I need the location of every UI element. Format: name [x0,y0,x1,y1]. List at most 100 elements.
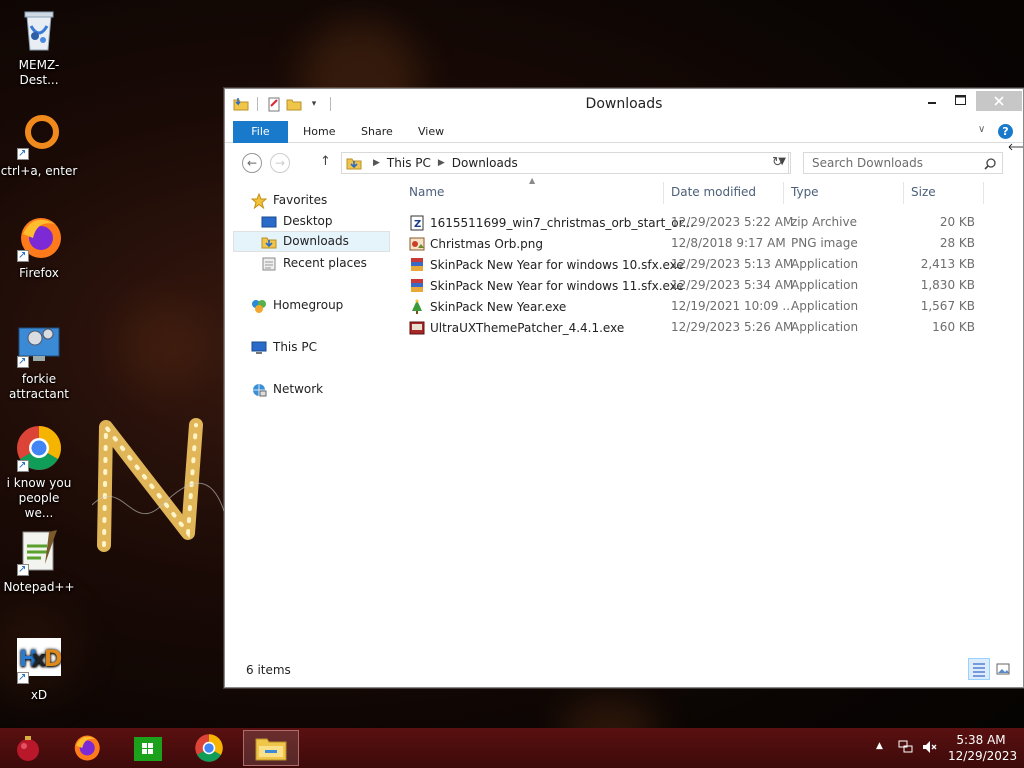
desktop-icon-label: xD [30,688,48,702]
nav-homegroup[interactable]: Homegroup [251,295,343,316]
desktop-icon-chrome[interactable]: i know you people we... [0,424,78,521]
volume-muted-icon[interactable] [922,740,938,757]
chrome-icon [195,734,223,762]
nav-label: Desktop [283,214,333,228]
details-view-button[interactable] [968,658,990,680]
column-size[interactable]: Size [911,185,936,199]
address-row: ← → ↑ ▶ This PC ▶ Downloads ▼ ↻ Search D… [225,143,1023,181]
window-title: Downloads [585,96,663,112]
expand-ribbon-icon[interactable]: ∨ [978,124,985,135]
store-icon [134,737,162,761]
help-icon[interactable]: ? [998,124,1013,139]
minimize-button[interactable] [921,89,943,111]
clock-date: 12/29/2023 [948,749,1018,763]
nav-this-pc[interactable]: This PC [251,337,317,358]
file-name: Christmas Orb.png [430,237,543,251]
file-name: 1615511699_win7_christmas_orb_start_or..… [430,216,694,230]
taskbar-chrome[interactable] [181,730,237,766]
desktop-icon-label: ctrl+a, enter [0,164,78,178]
sfx-exe-icon [409,257,425,273]
tab-home[interactable]: Home [303,121,335,143]
nav-network[interactable]: Network [251,379,323,400]
neon-letter-decoration [92,418,225,552]
column-divider[interactable] [983,182,984,204]
tab-file[interactable]: File [233,121,288,143]
sfx-exe-icon [409,278,425,294]
desktop-icon-ctrl-a-enter[interactable]: ctrl+a, enter [0,112,78,179]
taskbar-store[interactable] [120,730,176,766]
up-button[interactable]: ↑ [320,154,331,169]
desktop-icon-notepadpp[interactable]: Notepad++ [0,528,78,595]
nav-downloads[interactable]: Downloads [233,231,390,252]
firefox-icon [74,735,100,761]
desktop-icon-recycle-bin[interactable]: MEMZ-Dest... [0,6,78,88]
clock-time: 5:38 AM [956,733,1006,747]
desktop-icon-label: Notepad++ [3,580,75,594]
file-size: 20 KB [939,215,975,229]
file-size: 1,830 KB [920,278,975,292]
file-row[interactable]: Christmas Orb.png 12/8/2018 9:17 AM PNG … [403,233,983,254]
file-explorer-icon [255,738,287,761]
search-input[interactable]: Search Downloads [803,152,1003,174]
file-row[interactable]: SkinPack New Year for windows 10.sfx.exe… [403,254,983,275]
file-row[interactable]: Z 1615511699_win7_christmas_orb_start_or.… [403,212,983,233]
explorer-window: ▾ Downloads File Home Share View ∨ ? ← →… [224,88,1024,688]
column-divider[interactable] [903,182,904,204]
downloads-folder-icon [261,234,277,250]
nav-recent-places[interactable]: Recent places [261,253,367,274]
shortcut-arrow-icon [17,354,29,369]
file-size: 2,413 KB [920,257,975,271]
file-date: 12/8/2018 9:17 AM [671,236,786,250]
minimize-icon [928,102,936,104]
file-type: Application [791,320,859,334]
tab-view[interactable]: View [418,121,444,143]
recycle-bin-icon [15,6,63,54]
file-date: 12/29/2023 5:22 AM [671,215,794,229]
forward-button[interactable]: → [270,153,290,173]
svg-text:Z: Z [414,219,421,230]
chrome-icon [15,424,63,473]
nav-label: Homegroup [273,298,344,312]
recent-places-icon [261,256,277,272]
file-name: SkinPack New Year.exe [430,300,567,314]
breadcrumb-downloads[interactable]: Downloads [452,156,518,170]
close-button[interactable] [976,91,1022,111]
address-bar[interactable]: ▶ This PC ▶ Downloads ▼ [341,152,791,174]
large-icons-view-button[interactable] [992,658,1014,680]
column-divider[interactable] [783,182,784,204]
clock[interactable]: 5:38 AM 12/29/2023 [948,732,1018,764]
file-row[interactable]: SkinPack New Year.exe 12/19/2021 10:09 .… [403,296,983,317]
zip-icon: Z [409,215,425,231]
file-size: 160 KB [932,320,975,334]
column-date-modified[interactable]: Date modified [671,185,756,199]
taskbar-file-explorer[interactable] [243,730,299,766]
file-row[interactable]: SkinPack New Year for windows 11.sfx.exe… [403,275,983,296]
file-size: 1,567 KB [920,299,975,313]
column-type[interactable]: Type [791,185,819,199]
file-type: Application [791,299,859,313]
file-name: SkinPack New Year for windows 11.sfx.exe [430,279,684,293]
refresh-button[interactable]: ↻ [767,152,789,174]
firefox-icon [15,214,63,263]
show-hidden-icons-icon[interactable]: ▲ [876,741,883,751]
chevron-right-icon[interactable]: ▶ [373,158,380,168]
file-type: Application [791,278,859,292]
nav-label: Network [273,382,324,396]
network-status-icon[interactable] [898,740,914,757]
nav-desktop[interactable]: Desktop [261,211,333,232]
nav-favorites[interactable]: Favorites [250,190,327,211]
desktop-icon-firefox[interactable]: Firefox [0,214,78,281]
tab-share[interactable]: Share [361,121,393,143]
file-row[interactable]: UltraUXThemePatcher_4.4.1.exe 12/29/2023… [403,317,983,338]
back-button[interactable]: ← [242,153,262,173]
maximize-button[interactable] [949,89,971,111]
chevron-right-icon[interactable]: ▶ [438,158,445,168]
taskbar-firefox[interactable] [58,730,114,766]
breadcrumb-this-pc[interactable]: This PC [387,156,431,170]
column-divider[interactable] [663,182,664,204]
start-button[interactable] [0,730,56,766]
network-icon [251,382,267,398]
desktop-icon-forkie-attractant[interactable]: forkie attractant [0,320,78,402]
column-name[interactable]: Name [409,185,444,199]
desktop-icon-hxd[interactable]: HxD xD [0,636,78,703]
